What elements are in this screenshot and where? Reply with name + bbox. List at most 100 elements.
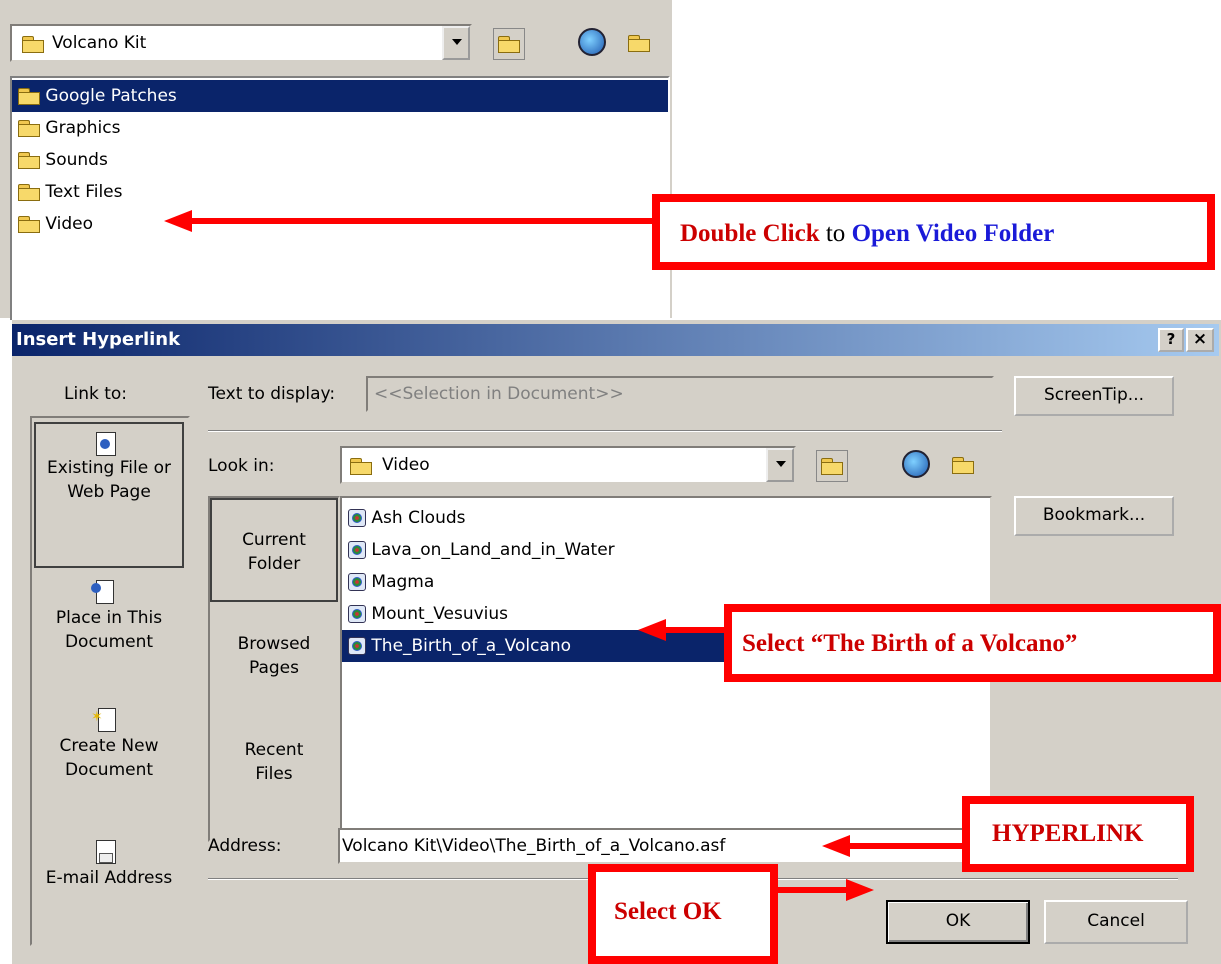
list-item-label: The_Birth_of_a_Volcano — [371, 636, 572, 656]
address-label: Address: — [208, 836, 282, 856]
dialog-title: Insert Hyperlink — [16, 329, 181, 350]
browse-item-line2: Files — [255, 764, 293, 784]
cancel-button[interactable]: Cancel — [1044, 900, 1188, 944]
list-item-label: Magma — [371, 572, 435, 592]
dropdown-arrow-icon[interactable] — [442, 26, 470, 60]
link-to-item-line1: E-mail Address — [45, 868, 173, 888]
screentip-button[interactable]: ScreenTip... — [1014, 376, 1174, 416]
video-file-icon — [348, 605, 366, 623]
close-button[interactable]: × — [1186, 328, 1214, 352]
new-folder-button[interactable] — [948, 448, 980, 480]
folder-icon — [18, 88, 40, 105]
link-to-create-new-document[interactable]: ✶ Create New Document — [34, 702, 184, 822]
list-item-label: Lava_on_Land_and_in_Water — [371, 540, 615, 560]
look-in-value: Video — [382, 455, 430, 475]
list-item[interactable]: Video — [12, 208, 668, 240]
browse-item-line1: Current — [242, 530, 306, 550]
search-web-icon — [902, 450, 930, 478]
top-lookin-combo[interactable]: Volcano Kit — [10, 24, 472, 62]
search-web-icon — [578, 28, 606, 56]
list-item[interactable]: Google Patches — [12, 80, 668, 112]
browse-recent-files[interactable]: Recent Files — [210, 738, 338, 798]
annotation-text-red: Double Click — [680, 220, 820, 247]
look-in-combo[interactable]: Video — [340, 446, 796, 484]
arrow-select-birth — [664, 627, 726, 633]
help-icon: ? — [1166, 330, 1176, 348]
arrow-head-left — [822, 835, 850, 857]
up-folder-button[interactable] — [493, 28, 525, 60]
top-lookin-value: Volcano Kit — [52, 33, 147, 53]
link-to-label: Link to: — [64, 384, 128, 404]
new-document-icon: ✶ — [91, 708, 116, 732]
list-item-label: Sounds — [45, 150, 108, 170]
list-item[interactable]: Ash Clouds — [342, 502, 990, 534]
search-web-button[interactable] — [576, 26, 608, 58]
link-to-bar: Existing File or Web Page Place in This … — [30, 416, 190, 946]
search-web-button[interactable] — [900, 448, 932, 480]
list-item[interactable]: Graphics — [12, 112, 668, 144]
annotation-text-red: Select OK — [614, 898, 722, 925]
ok-label: OK — [945, 911, 971, 931]
annotation-text: to — [819, 220, 852, 247]
list-item[interactable]: Magma — [342, 566, 990, 598]
link-to-existing-file[interactable]: Existing File or Web Page — [34, 422, 184, 568]
link-to-item-line2: Document — [64, 760, 154, 780]
new-folder-button[interactable] — [624, 26, 656, 58]
text-to-display-value: <<Selection in Document>> — [374, 384, 624, 404]
address-value: Volcano Kit\Video\The_Birth_of_a_Volcano… — [342, 836, 726, 856]
video-file-icon — [348, 573, 366, 591]
cancel-label: Cancel — [1087, 911, 1145, 931]
browse-item-line1: Browsed — [237, 634, 311, 654]
annotation-hyperlink: HYPERLINK — [962, 796, 1194, 872]
arrow-head-right — [846, 879, 874, 901]
annotation-text-red: HYPERLINK — [992, 820, 1144, 847]
top-file-list[interactable]: Google Patches Graphics Sounds Text File… — [10, 76, 670, 320]
list-item-label: Graphics — [45, 118, 121, 138]
place-in-document-icon — [91, 580, 114, 604]
dropdown-arrow-icon[interactable] — [766, 448, 794, 482]
title-bar: Insert Hyperlink ? × — [12, 324, 1219, 356]
up-folder-button[interactable] — [816, 450, 848, 482]
browse-browsed-pages[interactable]: Browsed Pages — [210, 632, 338, 692]
annotation-select-birth: Select “The Birth of a Volcano” — [724, 604, 1221, 682]
list-item-label: Google Patches — [45, 86, 177, 106]
video-file-icon — [348, 541, 366, 559]
arrow-hyperlink — [846, 843, 964, 849]
link-to-item-line1: Create New — [59, 736, 159, 756]
list-item-label: Ash Clouds — [371, 508, 466, 528]
folder-icon — [350, 458, 372, 475]
arrow-head-left — [164, 210, 192, 232]
list-item[interactable]: Lava_on_Land_and_in_Water — [342, 534, 990, 566]
up-folder-icon — [498, 36, 520, 53]
close-icon: × — [1192, 329, 1208, 349]
link-to-place-in-document[interactable]: Place in This Document — [34, 574, 184, 694]
link-to-email-address[interactable]: E-mail Address — [34, 834, 184, 924]
folder-icon — [18, 184, 40, 201]
folder-icon — [18, 152, 40, 169]
list-item-label: Text Files — [45, 182, 123, 202]
browse-item-line1: Recent — [244, 740, 304, 760]
annotation-double-click: Double Click to Open Video Folder — [652, 194, 1215, 270]
browse-item-line2: Folder — [247, 554, 301, 574]
arrow-head-left — [638, 619, 666, 641]
text-to-display-input[interactable]: <<Selection in Document>> — [366, 376, 994, 412]
bookmark-label: Bookmark... — [1042, 505, 1146, 525]
folder-icon — [18, 120, 40, 137]
folder-icon — [18, 216, 40, 233]
arrow-double-click — [188, 218, 654, 224]
list-item-label: Video — [45, 214, 94, 234]
list-item[interactable]: Sounds — [12, 144, 668, 176]
list-item[interactable]: Text Files — [12, 176, 668, 208]
help-button[interactable]: ? — [1158, 328, 1184, 352]
web-page-file-icon — [96, 432, 116, 456]
browse-current-folder[interactable]: Current Folder — [210, 498, 338, 602]
list-item-label: Mount_Vesuvius — [371, 604, 509, 624]
bookmark-button[interactable]: Bookmark... — [1014, 496, 1174, 536]
open-folder-icon — [628, 35, 650, 52]
annotation-text-red: Select “The Birth of a Volcano” — [742, 630, 1078, 657]
arrow-select-ok — [778, 887, 846, 893]
top-dialog: Volcano Kit Google Patches Graphics Soun… — [0, 0, 672, 320]
up-folder-icon — [821, 458, 843, 475]
ok-button[interactable]: OK — [886, 900, 1030, 944]
open-folder-icon — [952, 457, 974, 474]
